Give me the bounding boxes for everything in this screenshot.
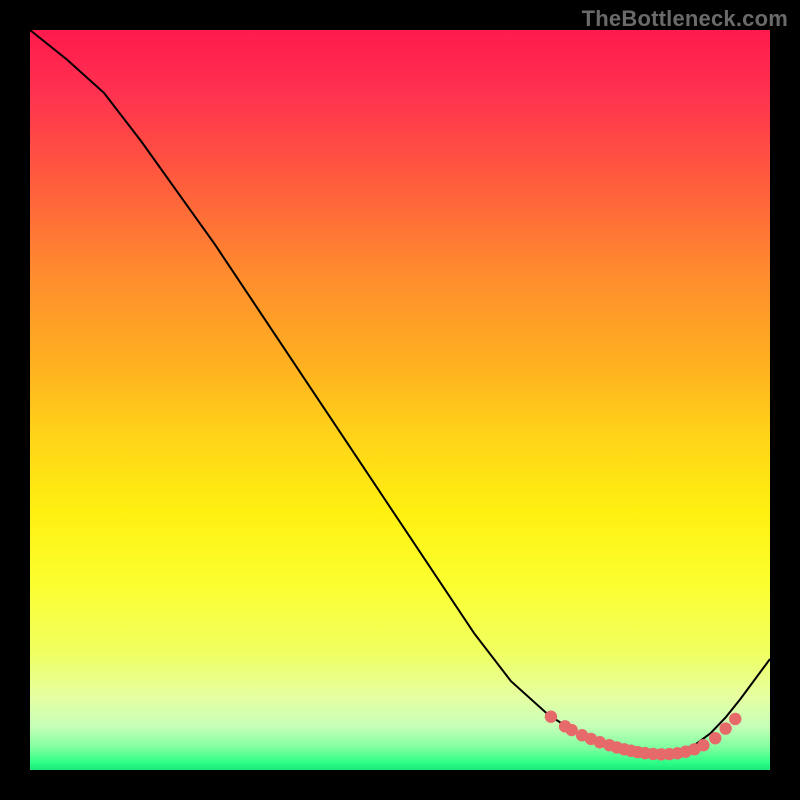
data-marker: [697, 739, 709, 751]
data-marker: [719, 722, 731, 734]
chart-svg: [30, 30, 770, 770]
series-curve: [30, 30, 770, 754]
watermark-text: TheBottleneck.com: [582, 6, 788, 32]
data-marker: [709, 732, 721, 744]
chart-stage: TheBottleneck.com: [0, 0, 800, 800]
data-marker: [729, 713, 741, 725]
marker-group: [545, 711, 742, 761]
data-marker: [545, 711, 557, 723]
plot-area: [30, 30, 770, 770]
